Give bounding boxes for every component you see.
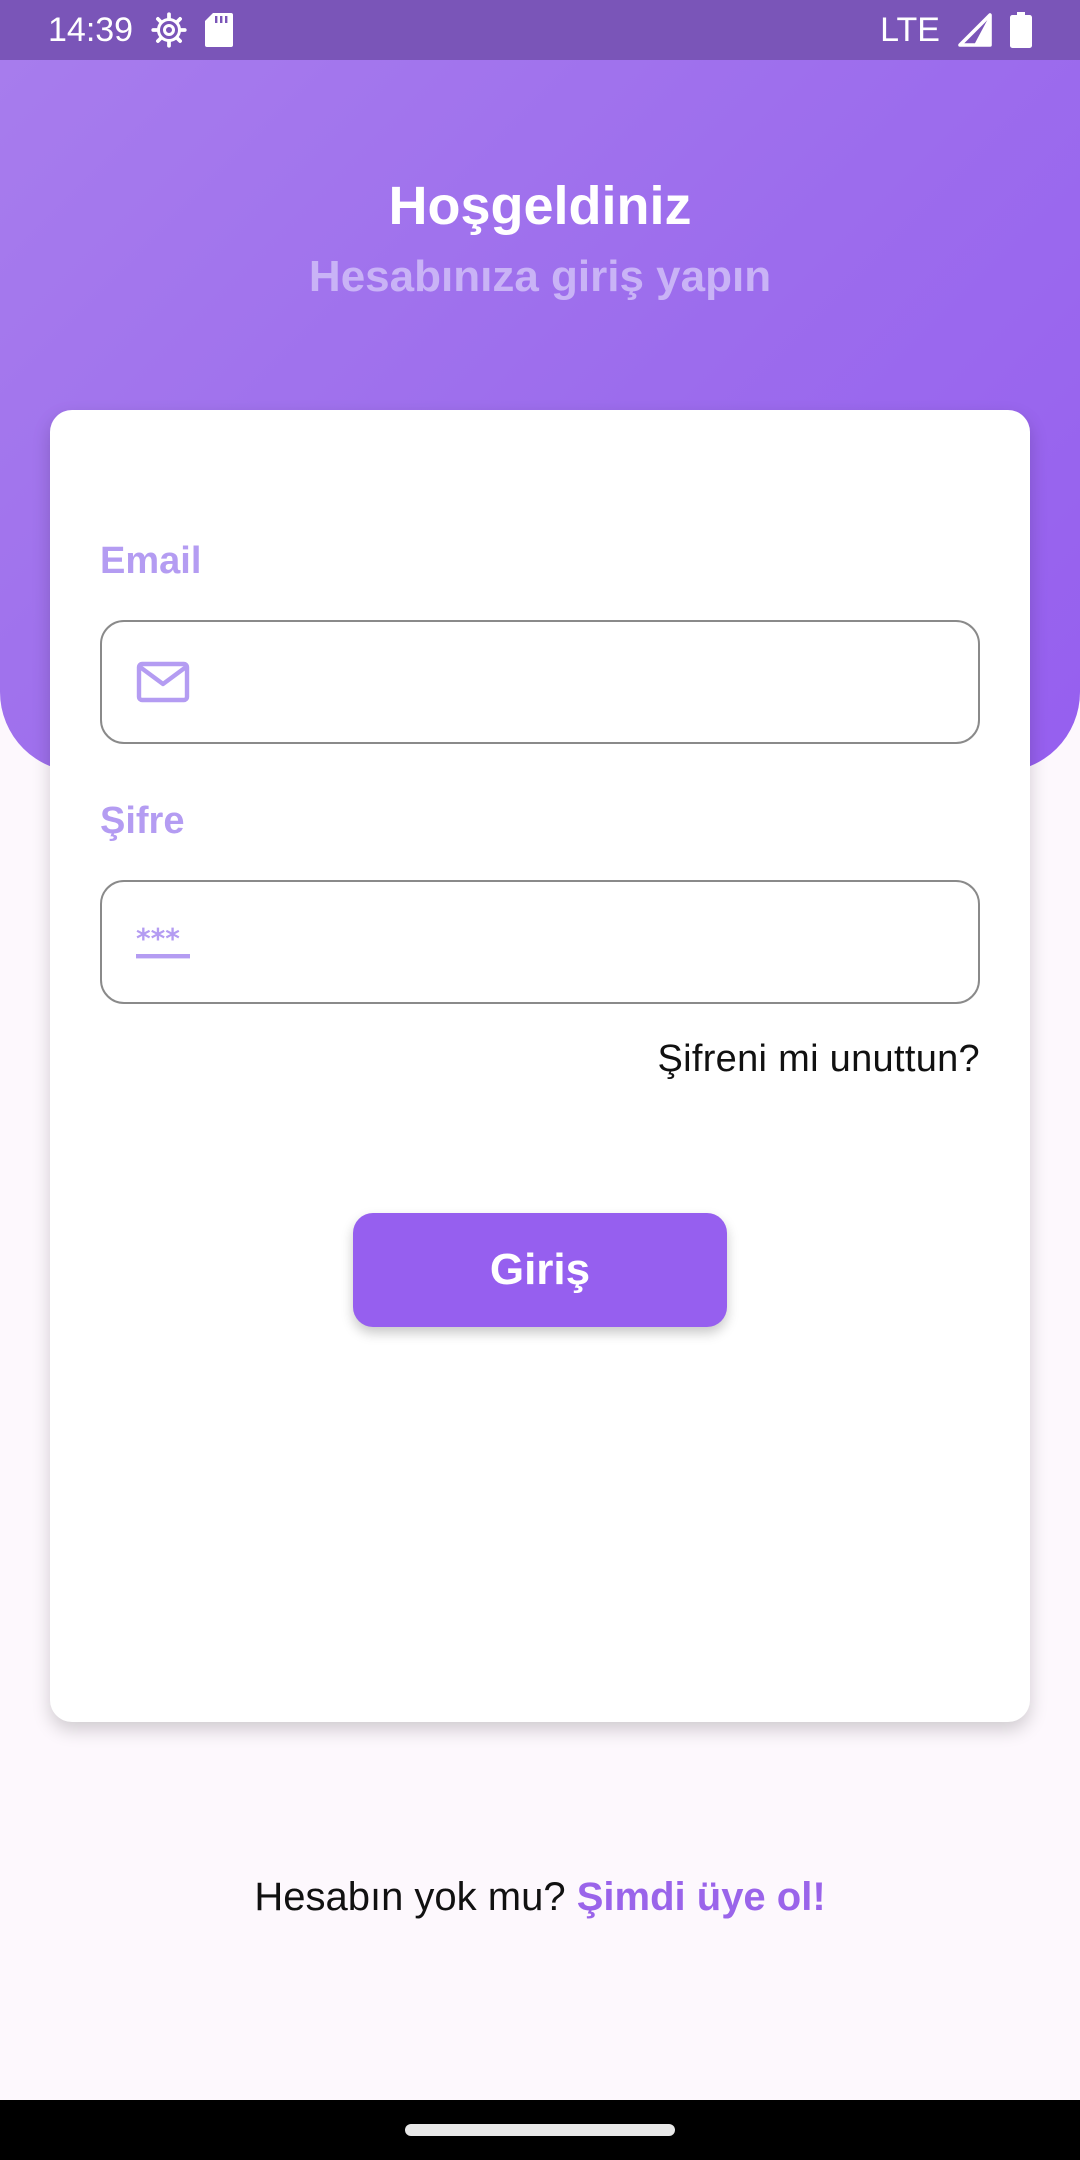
login-card: Email Şifre *** Şifreni mi unuttun? Giri… <box>50 410 1030 1722</box>
home-gesture-handle[interactable] <box>405 2124 675 2136</box>
password-field[interactable]: *** <box>100 880 980 1004</box>
battery-icon <box>1010 12 1032 48</box>
network-type: LTE <box>880 10 940 49</box>
signup-link[interactable]: Şimdi üye ol! <box>577 1875 826 1919</box>
signup-prompt: Hesabın yok mu? Şimdi üye ol! <box>0 1875 1080 1920</box>
status-bar: 14:39 LTE <box>0 0 1080 60</box>
email-field[interactable] <box>100 620 980 744</box>
page-title: Hoşgeldiniz <box>388 176 692 236</box>
settings-icon <box>151 12 187 48</box>
password-label: Şifre <box>100 800 185 842</box>
sd-card-icon <box>205 13 234 47</box>
login-button[interactable]: Giriş <box>353 1213 727 1327</box>
password-icon: *** <box>136 922 192 962</box>
forgot-password-link[interactable]: Şifreni mi unuttun? <box>657 1038 980 1081</box>
status-right: LTE <box>880 11 1032 50</box>
email-input[interactable] <box>218 660 978 704</box>
signup-prompt-text: Hesabın yok mu? <box>254 1875 566 1919</box>
svg-text:***: *** <box>136 922 180 955</box>
status-time: 14:39 <box>48 10 134 49</box>
password-input[interactable] <box>220 920 978 964</box>
page-subtitle: Hesabınıza giriş yapın <box>308 252 772 301</box>
login-screen: 14:39 LTE Hoşgeldiniz Hesabınıza giriş y… <box>0 0 1080 2160</box>
status-left: 14:39 <box>48 10 234 50</box>
mail-icon <box>136 661 190 703</box>
signal-icon <box>958 13 992 47</box>
navigation-bar <box>0 2100 1080 2160</box>
email-label: Email <box>100 540 202 582</box>
